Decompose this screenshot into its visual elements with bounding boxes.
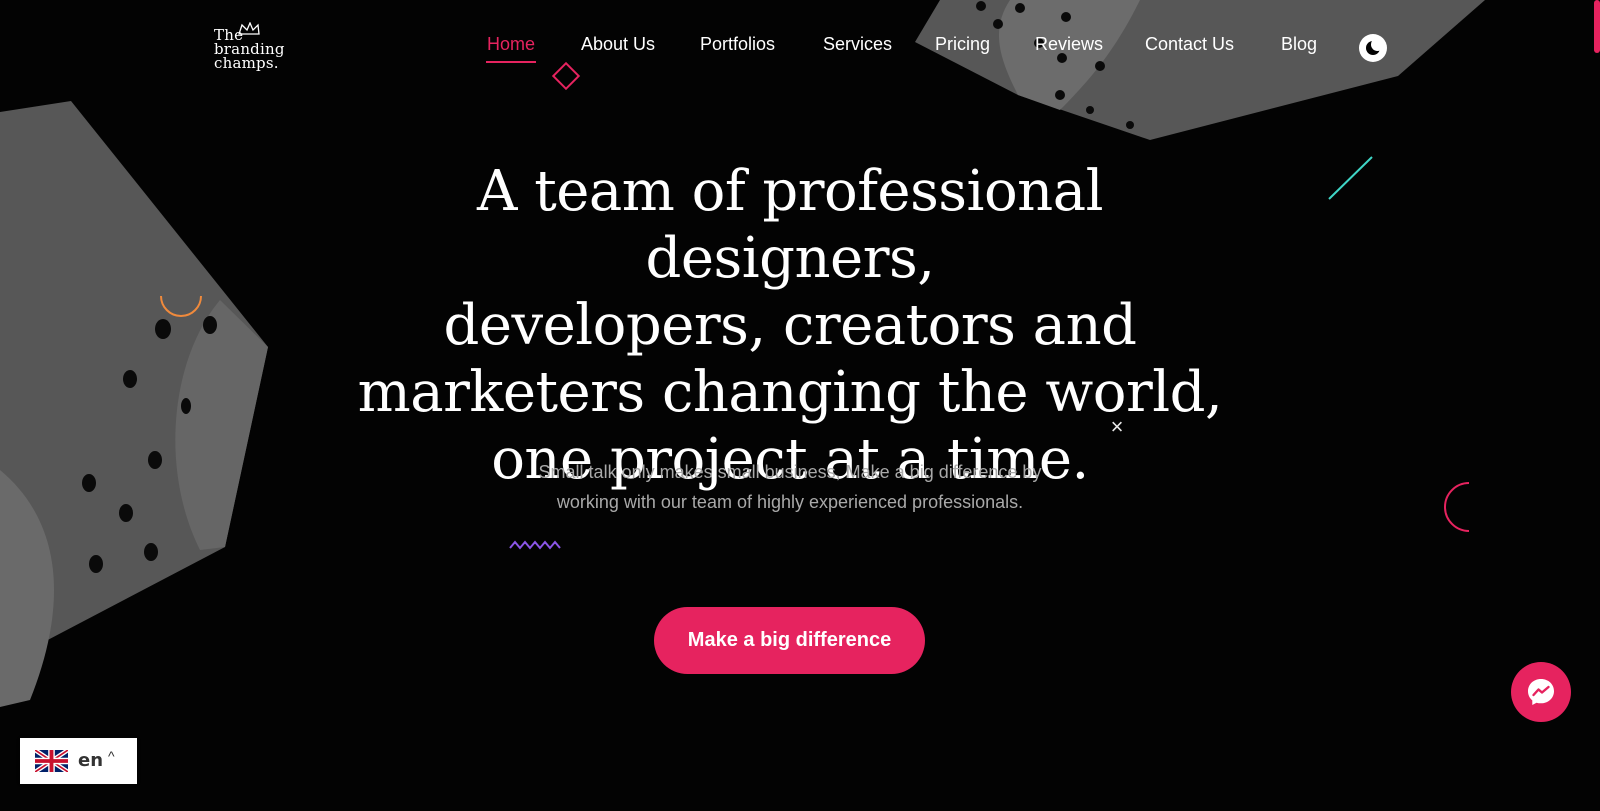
top-right-rock-dots xyxy=(976,1,1134,129)
nav-services[interactable]: Services xyxy=(823,34,892,55)
nav-pricing[interactable]: Pricing xyxy=(935,34,990,55)
theme-toggle-button[interactable] xyxy=(1359,34,1387,62)
left-rock-dots xyxy=(82,316,217,573)
nav-reviews[interactable]: Reviews xyxy=(1035,34,1103,55)
hero-subtitle-line: Small talk only makes small business, Ma… xyxy=(538,462,1042,482)
nav-home[interactable]: Home xyxy=(485,34,537,63)
nav-blog[interactable]: Blog xyxy=(1281,34,1317,55)
logo-word-champs: champs. xyxy=(214,54,279,72)
nav-portfolios[interactable]: Portfolios xyxy=(700,34,775,55)
brand-logo[interactable]: The branding champs. xyxy=(214,22,294,76)
top-right-rock-shape xyxy=(915,0,1485,140)
hero-subtitle-line: working with our team of highly experien… xyxy=(556,492,1024,512)
left-rock-shape xyxy=(0,101,268,707)
left-rock-shade xyxy=(175,300,268,550)
hero-title: A team of professional designers, develo… xyxy=(330,158,1250,493)
top-right-rock-highlight xyxy=(998,0,1140,110)
messenger-chat-button[interactable] xyxy=(1511,662,1571,722)
language-selector[interactable]: en ^ xyxy=(20,738,137,784)
close-icon[interactable]: × xyxy=(1107,416,1127,438)
nav-about-us[interactable]: About Us xyxy=(581,34,655,55)
hero-subtitle: Small talk only makes small business, Ma… xyxy=(470,457,1110,517)
hero-title-line: A team of professional designers, xyxy=(476,159,1104,291)
purple-zigzag-decor xyxy=(509,540,561,550)
language-code: en xyxy=(78,750,104,771)
nav-contact-us[interactable]: Contact Us xyxy=(1145,34,1234,55)
orange-arc-decor xyxy=(160,295,202,317)
cyan-line-decor xyxy=(1328,156,1373,200)
page-scrollbar[interactable] xyxy=(1594,0,1600,53)
chevron-up-icon: ^ xyxy=(108,748,115,764)
uk-flag-icon xyxy=(35,750,68,772)
messenger-icon xyxy=(1528,679,1554,705)
pink-arc-decor xyxy=(1444,482,1470,532)
moon-icon xyxy=(1366,38,1384,55)
pink-diamond-decor xyxy=(551,61,581,91)
make-a-big-difference-button[interactable]: Make a big difference xyxy=(654,607,925,674)
left-rock-highlight xyxy=(0,470,55,707)
hero-title-line: marketers changing the world, xyxy=(357,360,1223,425)
hero-title-line: developers, creators and xyxy=(443,293,1137,358)
